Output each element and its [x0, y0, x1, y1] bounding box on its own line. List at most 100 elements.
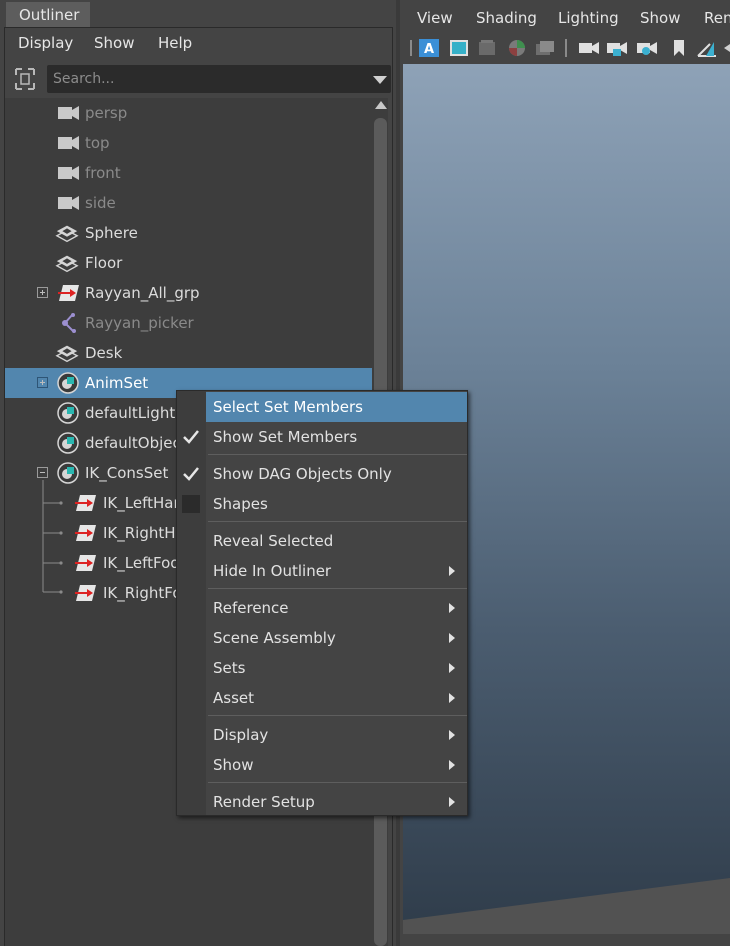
- tree-item-top[interactable]: top: [5, 128, 373, 158]
- select-camera-icon[interactable]: A: [418, 38, 440, 58]
- menu-item-reference[interactable]: Reference: [206, 593, 467, 623]
- viewport-menu-shading[interactable]: Shading: [476, 9, 537, 27]
- menu-item-label: Show DAG Objects Only: [213, 465, 392, 483]
- menu-item-label: Render Setup: [213, 793, 315, 811]
- camera-video-icon[interactable]: [578, 38, 600, 58]
- bookmark-icon[interactable]: [476, 38, 498, 58]
- tree-item-side[interactable]: side: [5, 188, 373, 218]
- expand-icon[interactable]: [37, 377, 48, 388]
- tree-item-rayyan-picker[interactable]: Rayyan_picker: [5, 308, 373, 338]
- menu-item-label: Display: [213, 726, 269, 744]
- menu-item-display[interactable]: Display: [206, 720, 467, 750]
- ik-handle-icon: [75, 525, 96, 541]
- scroll-up-arrow-icon[interactable]: [375, 101, 387, 109]
- search-dropdown-icon[interactable]: [369, 65, 391, 93]
- menu-item-label: Asset: [213, 689, 255, 707]
- menu-item-render-setup[interactable]: Render Setup: [206, 787, 467, 817]
- menu-item-shapes[interactable]: Shapes: [206, 489, 467, 519]
- tree-item-label: defaultObject: [85, 434, 187, 452]
- menu-item-label: Reference: [213, 599, 289, 617]
- menu-help[interactable]: Help: [158, 34, 192, 52]
- collapse-icon[interactable]: [37, 467, 48, 478]
- camera-lock-icon[interactable]: [606, 38, 628, 58]
- menu-display[interactable]: Display: [18, 34, 73, 52]
- tree-item-label: persp: [85, 104, 128, 122]
- submenu-arrow-icon: [449, 797, 455, 807]
- menu-separator: [208, 782, 467, 783]
- menu-item-sets[interactable]: Sets: [206, 653, 467, 683]
- tree-item-persp[interactable]: persp: [5, 98, 373, 128]
- toolbar-grip-icon: [410, 40, 412, 56]
- grid-axis-icon[interactable]: [696, 38, 718, 58]
- outliner-tab[interactable]: Outliner: [6, 2, 90, 28]
- viewport-menu-view[interactable]: View: [417, 9, 453, 27]
- menu-item-label: Hide In Outliner: [213, 562, 332, 580]
- menu-item-show[interactable]: Show: [206, 750, 467, 780]
- tree-item-floor[interactable]: Floor: [5, 248, 373, 278]
- menu-item-show-dag-objects-only[interactable]: Show DAG Objects Only: [206, 459, 467, 489]
- search-box: [47, 65, 391, 93]
- tree-item-sphere[interactable]: Sphere: [5, 218, 373, 248]
- transform-icon: [58, 285, 79, 301]
- image-plane-icon[interactable]: [506, 38, 528, 58]
- tree-item-front[interactable]: front: [5, 158, 373, 188]
- viewport-bottom-border: [400, 934, 730, 946]
- tree-item-label: IK_RightFo: [103, 584, 182, 602]
- viewport-toolbar: A: [400, 34, 730, 62]
- submenu-arrow-icon: [449, 663, 455, 673]
- tree-item-label: AnimSet: [85, 374, 149, 392]
- tree-item-desk[interactable]: Desk: [5, 338, 373, 368]
- tree-item-label: Sphere: [85, 224, 138, 242]
- menu-item-show-set-members[interactable]: Show Set Members: [206, 422, 467, 452]
- menu-item-select-set-members[interactable]: Select Set Members: [206, 392, 467, 422]
- checkmark-icon: [183, 430, 199, 444]
- viewport-menu-show[interactable]: Show: [640, 9, 680, 27]
- set-icon: [57, 372, 79, 394]
- viewport-menu-renderer[interactable]: Ren: [704, 9, 730, 27]
- menu-item-scene-assembly[interactable]: Scene Assembly: [206, 623, 467, 653]
- camera-gear-icon[interactable]: [636, 38, 658, 58]
- 2d-pan-zoom-icon[interactable]: [534, 38, 556, 58]
- menu-separator: [208, 521, 467, 522]
- tree-item-label: IK_ConsSet: [85, 464, 169, 482]
- menu-item-label: Shapes: [213, 495, 268, 513]
- context-menu: Select Set Members Show Set Members Show…: [176, 390, 468, 816]
- tree-item-label: IK_LeftHan: [103, 494, 183, 512]
- ik-handle-icon: [75, 585, 96, 601]
- filter-icon[interactable]: [14, 67, 36, 91]
- toolbar-more-icon[interactable]: [722, 38, 730, 58]
- submenu-arrow-icon: [449, 730, 455, 740]
- expand-icon[interactable]: [37, 287, 48, 298]
- tree-item-label: IK_LeftFoo: [103, 554, 180, 572]
- tree-item-label: Rayyan_All_grp: [85, 284, 200, 302]
- viewport-menu-lighting[interactable]: Lighting: [558, 9, 619, 27]
- checkbox-empty[interactable]: [182, 495, 200, 513]
- tree-item-label: top: [85, 134, 110, 152]
- menu-item-label: Show Set Members: [213, 428, 358, 446]
- menu-item-reveal-selected[interactable]: Reveal Selected: [206, 526, 467, 556]
- camera-icon: [58, 106, 79, 120]
- set-icon: [57, 462, 79, 484]
- bookmark-flag-icon[interactable]: [668, 38, 690, 58]
- menu-item-hide-in-outliner[interactable]: Hide In Outliner: [206, 556, 467, 586]
- menu-item-label: Show: [213, 756, 254, 774]
- submenu-arrow-icon: [449, 693, 455, 703]
- camera-icon: [58, 166, 79, 180]
- menu-separator: [208, 715, 467, 716]
- tree-item-label: IK_RightHa: [103, 524, 185, 542]
- menu-item-label: Reveal Selected: [213, 532, 334, 550]
- checkmark-icon: [183, 467, 199, 481]
- search-input[interactable]: [47, 65, 367, 93]
- submenu-arrow-icon: [449, 603, 455, 613]
- menu-item-label: Sets: [213, 659, 246, 677]
- tree-item-rayyan-all-grp[interactable]: Rayyan_All_grp: [5, 278, 373, 308]
- menu-show[interactable]: Show: [94, 34, 134, 52]
- menu-item-label: Select Set Members: [213, 398, 363, 416]
- camera-attributes-icon[interactable]: [448, 38, 470, 58]
- camera-icon: [58, 196, 79, 210]
- menu-item-asset[interactable]: Asset: [206, 683, 467, 713]
- tree-item-label: front: [85, 164, 121, 182]
- mesh-icon: [55, 255, 79, 273]
- mesh-icon: [55, 225, 79, 243]
- submenu-arrow-icon: [449, 633, 455, 643]
